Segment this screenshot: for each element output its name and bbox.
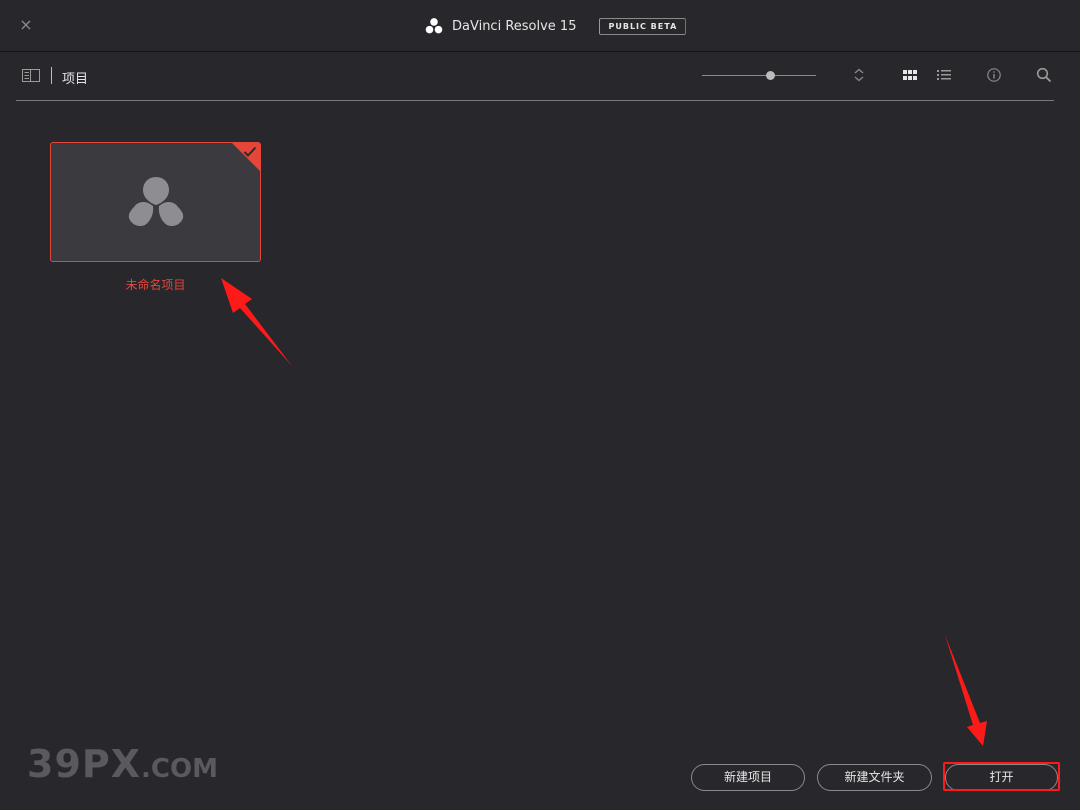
section-title: 项目 [62,72,89,87]
public-beta-badge: PUBLIC BETA [599,17,687,35]
toolbar-divider [51,67,52,84]
project-name[interactable]: 未命名项目 [50,276,261,293]
sidebar-toggle-icon[interactable] [22,69,40,82]
watermark-suffix: .COM [141,754,218,784]
new-project-button[interactable]: 新建项目 [691,764,805,791]
list-view-icon[interactable] [936,67,952,83]
project-browser: 未命名项目 [0,101,1080,810]
slider-thumb[interactable] [766,71,775,80]
grid-view-icon[interactable] [902,67,918,83]
close-button[interactable]: × [17,16,35,34]
window-title-group: DaVinci Resolve 15 PUBLIC BETA [425,16,687,36]
davinci-logo-icon [128,177,184,227]
watermark-main: 39PX [27,742,142,786]
project-toolbar: 项目 [16,52,1054,101]
search-icon[interactable] [1036,67,1052,83]
app-title: DaVinci Resolve 15 [452,18,577,34]
slider-track [702,75,816,76]
davinci-logo-icon [425,18,443,34]
title-bar: × DaVinci Resolve 15 PUBLIC BETA [0,0,1080,52]
new-folder-button[interactable]: 新建文件夹 [817,764,932,791]
project-thumbnail[interactable] [50,142,261,262]
open-button[interactable]: 打开 [945,764,1058,791]
watermark: 39PX.COM [27,742,218,786]
checkmark-icon [243,146,257,157]
sort-icon[interactable] [851,67,867,83]
info-icon[interactable] [986,67,1002,83]
thumbnail-size-slider[interactable] [702,70,816,80]
